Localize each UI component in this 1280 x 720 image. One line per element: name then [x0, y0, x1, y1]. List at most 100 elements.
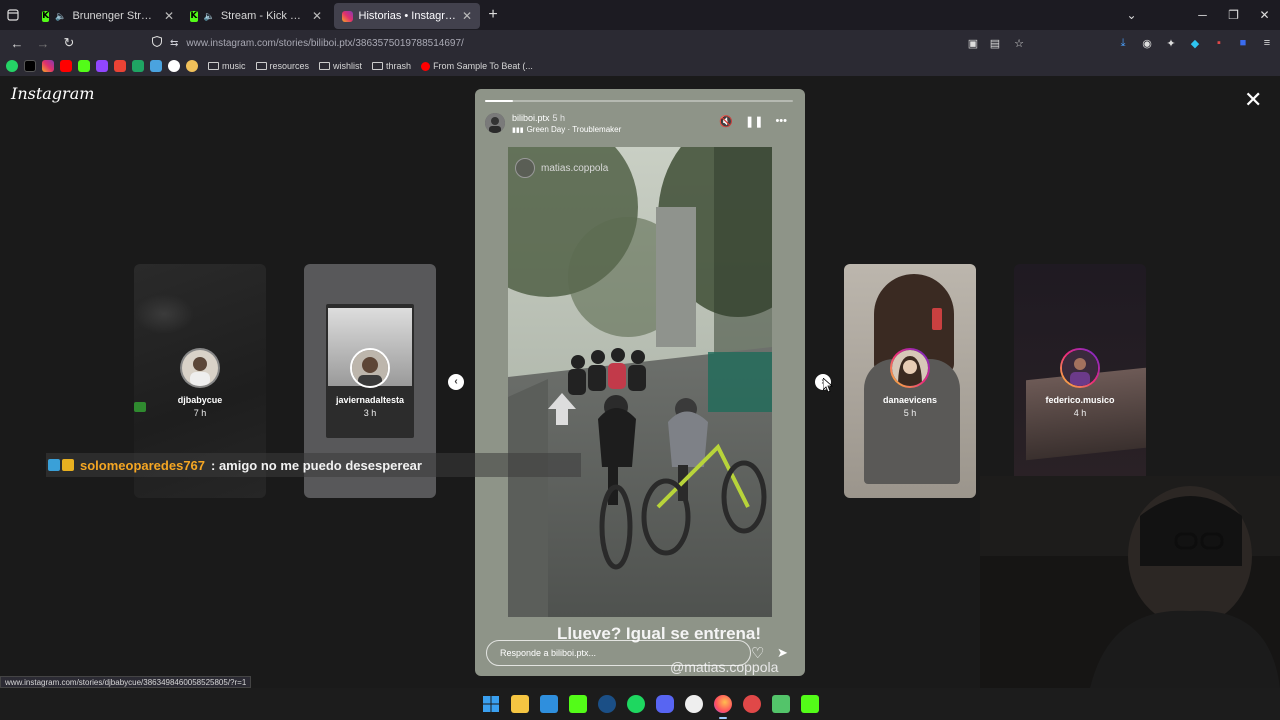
story-controls: 🔇 ❚❚ •••	[719, 115, 787, 128]
new-tab-button[interactable]: +	[480, 6, 506, 24]
gmail-icon[interactable]	[114, 60, 126, 72]
kick-icon[interactable]	[78, 60, 90, 72]
story-progress-bar	[485, 100, 793, 102]
kick-app-icon[interactable]	[568, 695, 587, 713]
bookmark-site-icon[interactable]	[186, 60, 198, 72]
folder-icon	[319, 62, 331, 70]
app-icon[interactable]	[771, 695, 790, 713]
folder-label: thrash	[386, 61, 412, 71]
story-progress-fill	[485, 100, 513, 102]
story-username[interactable]: biliboi.ptx	[512, 113, 550, 123]
tab-title: Historias • Instagram	[358, 10, 456, 22]
story-thumb-blur	[134, 294, 194, 334]
avatar	[1060, 348, 1100, 388]
story-username: javiernadaltesta	[335, 395, 405, 405]
back-button[interactable]: ←	[5, 31, 29, 55]
app-icon[interactable]	[742, 695, 761, 713]
story-time: 5 h	[903, 408, 917, 418]
windows-start-icon[interactable]	[482, 695, 500, 713]
menu-icon[interactable]: ≡	[1260, 37, 1274, 49]
file-explorer-icon[interactable]	[510, 695, 529, 713]
tab-list-icon[interactable]	[0, 0, 26, 30]
bookmark-folder-thrash[interactable]: thrash	[372, 61, 411, 71]
story-owner[interactable]: biliboi.ptx 5 h	[512, 113, 565, 123]
obs-icon[interactable]	[684, 695, 703, 713]
speaker-muted-icon[interactable]: 🔈	[204, 11, 215, 22]
extension-icon[interactable]: ■	[1236, 37, 1250, 49]
bookmark-site-icon[interactable]	[150, 60, 162, 72]
shield-icon[interactable]	[152, 35, 162, 50]
picture-in-picture-icon[interactable]: ▣	[966, 37, 980, 50]
minimize-button[interactable]: ─	[1187, 8, 1218, 22]
firefox-icon[interactable]	[713, 695, 732, 719]
maximize-button[interactable]: ❐	[1218, 8, 1249, 22]
extensions-icon[interactable]: ✦	[1164, 37, 1178, 50]
instagram-logo[interactable]: Instagram	[11, 84, 94, 103]
subscriber-badge-icon	[48, 459, 60, 471]
youtube-icon	[421, 61, 431, 71]
vscode-icon[interactable]	[539, 695, 558, 713]
google-icon[interactable]	[168, 60, 180, 72]
whatsapp-icon[interactable]	[6, 60, 18, 72]
kick-icon: K	[42, 10, 50, 22]
drive-icon[interactable]	[132, 60, 144, 72]
bookmark-star-icon[interactable]: ☆	[1012, 37, 1026, 50]
account-icon[interactable]: ◉	[1140, 37, 1154, 50]
instagram-icon[interactable]	[42, 60, 54, 72]
bookmark-folder-wishlist[interactable]: wishlist	[319, 61, 362, 71]
reader-view-icon[interactable]: ▤	[988, 37, 1002, 50]
avatar	[180, 348, 220, 388]
send-icon[interactable]: ➤	[777, 645, 788, 661]
discord-icon[interactable]	[655, 695, 674, 713]
avatar[interactable]	[485, 113, 505, 133]
current-story[interactable]: biliboi.ptx 5 h ▮▮▮ Green Day · Troublemak…	[475, 89, 805, 676]
reload-button[interactable]: ↻	[57, 31, 81, 55]
bookmark-from-sample-to-beat[interactable]: From Sample To Beat (...	[421, 61, 533, 71]
forward-button[interactable]: →	[31, 31, 55, 55]
folder-icon	[208, 62, 219, 70]
tab-title: Brunenger Stream - Watch	[72, 10, 158, 22]
reply-input[interactable]: Responde a biliboi.ptx...	[486, 640, 751, 666]
address-bar[interactable]: ⇆ www.instagram.com/stories/biliboi.ptx/…	[152, 32, 1022, 54]
heart-icon[interactable]: ♡	[751, 644, 764, 662]
mute-icon[interactable]: 🔇	[719, 115, 733, 128]
story-preview-danaevicens[interactable]: danaevicens 5 h	[844, 264, 976, 498]
more-options-icon[interactable]: •••	[775, 115, 787, 128]
site-permissions-icon[interactable]: ⇆	[170, 38, 178, 49]
kick-app-icon[interactable]	[800, 695, 819, 713]
download-icon[interactable]: ⤓	[1116, 37, 1130, 50]
bookmark-folder-resources[interactable]: resources	[255, 61, 309, 71]
tab-close-icon[interactable]: ✕	[164, 9, 174, 23]
speaker-muted-icon[interactable]: 🔈	[55, 11, 66, 22]
close-window-button[interactable]: ✕	[1249, 8, 1280, 22]
close-stories-icon[interactable]: ✕	[1244, 89, 1262, 111]
youtube-icon[interactable]	[60, 60, 72, 72]
spotify-icon[interactable]	[626, 695, 645, 713]
chat-message-text: : amigo no me puedo desesperear	[211, 457, 422, 473]
tab-list-chevron-icon[interactable]: ⌄	[1116, 8, 1147, 22]
story-music[interactable]: ▮▮▮ Green Day · Troublemaker	[512, 125, 621, 134]
tab-title: Stream - Kick Dashboard	[220, 10, 306, 22]
tab-brunenger-stream[interactable]: K 🔈 Brunenger Stream - Watch ✕	[34, 3, 182, 29]
pause-icon[interactable]: ❚❚	[745, 115, 763, 128]
extension-icon[interactable]: ◆	[1188, 37, 1202, 50]
avatar	[350, 348, 390, 388]
status-bar-link: www.instagram.com/stories/djbabycue/3863…	[0, 676, 252, 688]
x-icon[interactable]	[24, 60, 36, 72]
steam-icon[interactable]	[597, 695, 616, 713]
tab-close-icon[interactable]: ✕	[312, 9, 322, 23]
tab-instagram-stories[interactable]: Historias • Instagram ✕	[334, 3, 480, 29]
twitch-icon[interactable]	[96, 60, 108, 72]
browser-tab-bar: K 🔈 Brunenger Stream - Watch ✕ K 🔈 Strea…	[0, 0, 1280, 30]
music-bars-icon: ▮▮▮	[512, 126, 524, 134]
repost-source[interactable]: matias.coppola	[515, 158, 608, 178]
bookmark-folder-music[interactable]: music	[208, 61, 246, 71]
windows-taskbar	[0, 688, 1280, 720]
story-thumb-phone	[932, 308, 942, 330]
previous-story-button[interactable]: ‹	[448, 374, 464, 390]
story-preview-federico-musico[interactable]: federico.musico 4 h	[1014, 264, 1146, 498]
instagram-icon	[342, 10, 353, 22]
tab-kick-dashboard[interactable]: K 🔈 Stream - Kick Dashboard ✕	[182, 3, 330, 29]
tab-close-icon[interactable]: ✕	[462, 9, 472, 23]
extension-badge-icon[interactable]: ▪	[1212, 37, 1226, 49]
